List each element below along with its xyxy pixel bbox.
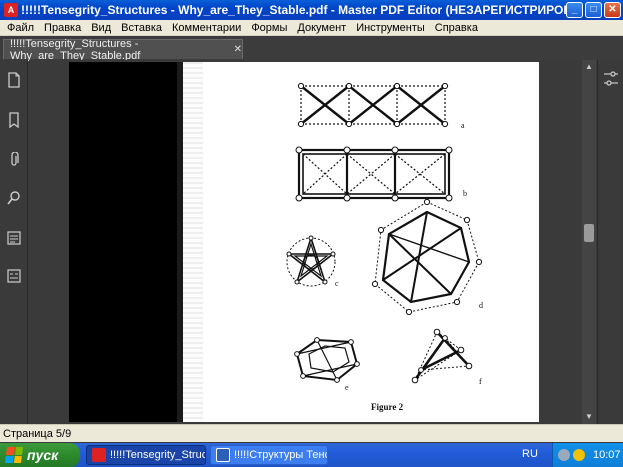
figure-label-d: d (479, 301, 483, 310)
figure-d (371, 198, 483, 316)
figure-label-c: c (335, 279, 339, 288)
title-bar: A !!!!!Tensegrity_Structures - Why_are_T… (0, 0, 623, 20)
window-title: !!!!!Tensegrity_Structures - Why_are_The… (21, 3, 581, 17)
taskbar-button-label: !!!!!Структуры Тенс... (234, 449, 327, 461)
windows-logo-icon (4, 447, 24, 463)
start-label: пуск (27, 447, 59, 463)
menu-document[interactable]: Документ (292, 22, 351, 34)
figure-label-a: a (461, 121, 465, 130)
scroll-up-icon[interactable]: ▲ (584, 62, 594, 72)
maximize-button[interactable]: □ (585, 2, 602, 18)
status-bar: Страница 5/9 (0, 424, 623, 442)
menu-bar: Файл Правка Вид Вставка Комментарии Форм… (0, 20, 623, 36)
search-icon[interactable] (4, 186, 24, 210)
right-panel (597, 60, 623, 424)
close-button[interactable]: ✕ (604, 2, 621, 18)
page-thumbnails-icon[interactable] (4, 68, 24, 92)
menu-comments[interactable]: Комментарии (167, 22, 246, 34)
fields-icon[interactable] (4, 264, 24, 288)
menu-forms[interactable]: Формы (246, 22, 292, 34)
tab-close-icon[interactable]: ✕ (234, 44, 242, 55)
taskbar-button-word[interactable]: !!!!!Структуры Тенс... (210, 445, 328, 465)
system-tray: 10:07 (552, 443, 623, 467)
document-tab-label: !!!!!Tensegrity_Structures - Why_are_The… (10, 37, 141, 62)
properties-sliders-icon[interactable] (603, 68, 619, 90)
app-logo-icon: A (4, 3, 18, 17)
pdf-editor-icon (92, 448, 106, 462)
menu-file[interactable]: Файл (2, 22, 39, 34)
menu-insert[interactable]: Вставка (116, 22, 167, 34)
vertical-scrollbar[interactable]: ▲ ▼ (582, 60, 596, 424)
figure-label-f: f (479, 377, 482, 386)
layers-icon[interactable] (4, 226, 24, 250)
figure-label-b: b (463, 189, 467, 198)
clock: 10:07 (593, 449, 621, 461)
attachment-icon[interactable] (4, 148, 24, 172)
figure-a (297, 82, 449, 128)
document-viewport[interactable]: a b c d e f Figure 2 (29, 60, 582, 424)
tray-app-icon[interactable] (558, 449, 570, 461)
figure-c (286, 235, 336, 287)
figure-e (294, 337, 360, 383)
scroll-thumb[interactable] (584, 224, 594, 242)
document-tab[interactable]: !!!!!Tensegrity_Structures - Why_are_The… (3, 37, 243, 62)
scroll-down-icon[interactable]: ▼ (584, 412, 594, 422)
taskbar: пуск !!!!!Tensegrity_Structu... !!!!!Стр… (0, 443, 623, 467)
tray-security-icon[interactable] (573, 449, 585, 461)
menu-view[interactable]: Вид (86, 22, 116, 34)
page-indicator: Страница 5/9 (3, 427, 72, 440)
figure-b (295, 146, 453, 202)
menu-tools[interactable]: Инструменты (351, 22, 430, 34)
window-controls: _ □ ✕ (566, 2, 621, 18)
taskbar-button-pdf-editor[interactable]: !!!!!Tensegrity_Structu... (86, 445, 206, 465)
left-toolbar (0, 60, 28, 424)
figure-2-illustration: a b c d e f Figure 2 (286, 82, 483, 412)
minimize-button[interactable]: _ (566, 2, 583, 18)
figure-caption: Figure 2 (371, 402, 404, 412)
start-button[interactable]: пуск (0, 443, 80, 467)
figure-f (411, 328, 473, 384)
menu-help[interactable]: Справка (430, 22, 483, 34)
language-indicator[interactable]: RU (522, 448, 538, 460)
figure-label-e: e (345, 383, 349, 392)
bookmark-icon[interactable] (4, 108, 24, 132)
taskbar-button-label: !!!!!Tensegrity_Structu... (110, 449, 205, 461)
menu-edit[interactable]: Правка (39, 22, 86, 34)
tab-strip: !!!!!Tensegrity_Structures - Why_are_The… (0, 37, 623, 62)
pdf-page[interactable]: a b c d e f Figure 2 (69, 62, 539, 422)
word-document-icon (216, 448, 230, 462)
